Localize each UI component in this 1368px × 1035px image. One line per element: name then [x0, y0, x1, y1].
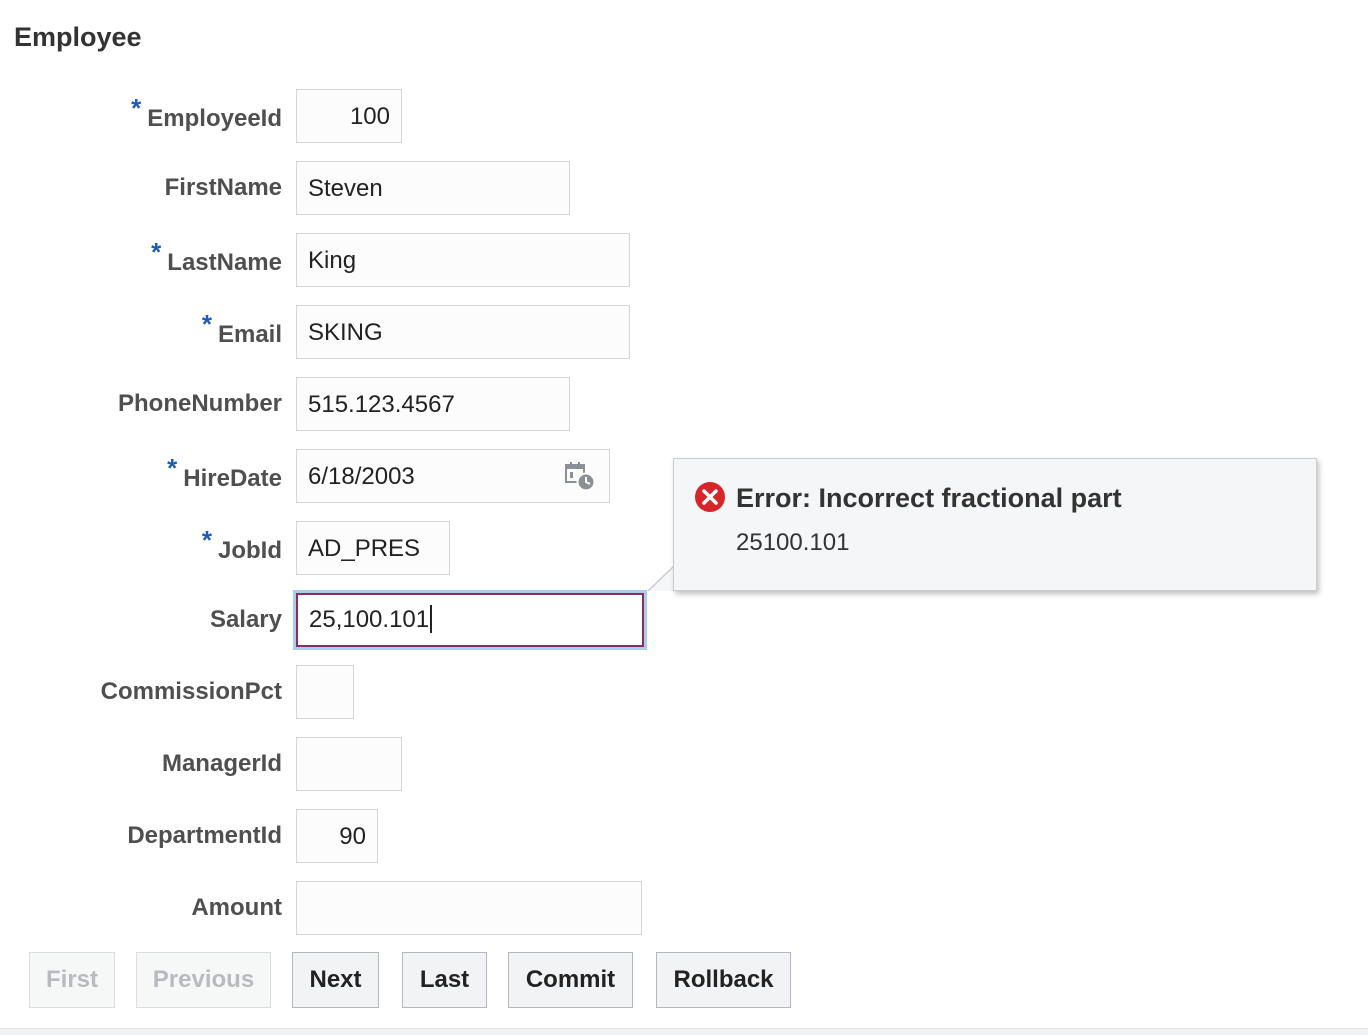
required-marker: *	[201, 309, 212, 339]
required-marker: *	[201, 525, 212, 555]
last-name-input[interactable]: King	[296, 233, 630, 287]
label-phone-number: PhoneNumber	[117, 390, 282, 417]
commission-pct-input[interactable]	[296, 665, 354, 719]
error-title: Error: Incorrect fractional part	[736, 483, 1122, 513]
label-department-id: DepartmentId	[127, 822, 282, 849]
label-email: * Email	[201, 309, 282, 348]
required-marker: *	[131, 93, 142, 123]
first-button[interactable]: First	[29, 952, 115, 1008]
label-salary: Salary	[209, 606, 282, 633]
hire-date-input[interactable]: 6/18/2003	[296, 449, 610, 503]
label-manager-id: ManagerId	[161, 750, 282, 777]
page-title: Employee	[14, 22, 142, 52]
error-x-icon	[695, 482, 725, 512]
commit-button[interactable]: Commit	[508, 952, 633, 1008]
required-marker: *	[151, 237, 162, 267]
required-marker: *	[167, 453, 178, 483]
previous-button[interactable]: Previous	[136, 952, 271, 1008]
label-amount: Amount	[191, 894, 282, 921]
label-last-name: * LastName	[151, 237, 282, 276]
rollback-button[interactable]: Rollback	[656, 952, 791, 1008]
last-button[interactable]: Last	[402, 952, 487, 1008]
error-popup-pointer	[648, 566, 674, 592]
salary-input[interactable]: 25,100.101	[296, 593, 644, 647]
job-id-input[interactable]: AD_PRES	[296, 521, 450, 575]
label-commission-pct: CommissionPct	[100, 678, 282, 705]
employee-id-input[interactable]: 100	[296, 89, 402, 143]
first-name-input[interactable]: Steven	[296, 161, 570, 215]
hire-date-value: 6/18/2003	[308, 463, 415, 490]
label-job-id: * JobId	[201, 525, 282, 564]
next-button[interactable]: Next	[292, 952, 379, 1008]
label-hire-date: * HireDate	[167, 453, 282, 492]
amount-input[interactable]	[296, 881, 642, 935]
label-first-name: FirstName	[164, 174, 282, 201]
department-id-input[interactable]: 90	[296, 809, 378, 863]
error-detail: 25100.101	[736, 529, 850, 556]
email-input[interactable]: SKING	[296, 305, 630, 359]
calendar-clock-icon[interactable]	[563, 459, 597, 493]
label-employee-id: * EmployeeId	[131, 93, 282, 132]
salary-value: 25,100.101	[309, 606, 430, 633]
error-popup: Error: Incorrect fractional part 25100.1…	[673, 458, 1317, 591]
text-caret	[430, 604, 433, 633]
manager-id-input[interactable]	[296, 737, 402, 791]
phone-number-input[interactable]: 515.123.4567	[296, 377, 570, 431]
